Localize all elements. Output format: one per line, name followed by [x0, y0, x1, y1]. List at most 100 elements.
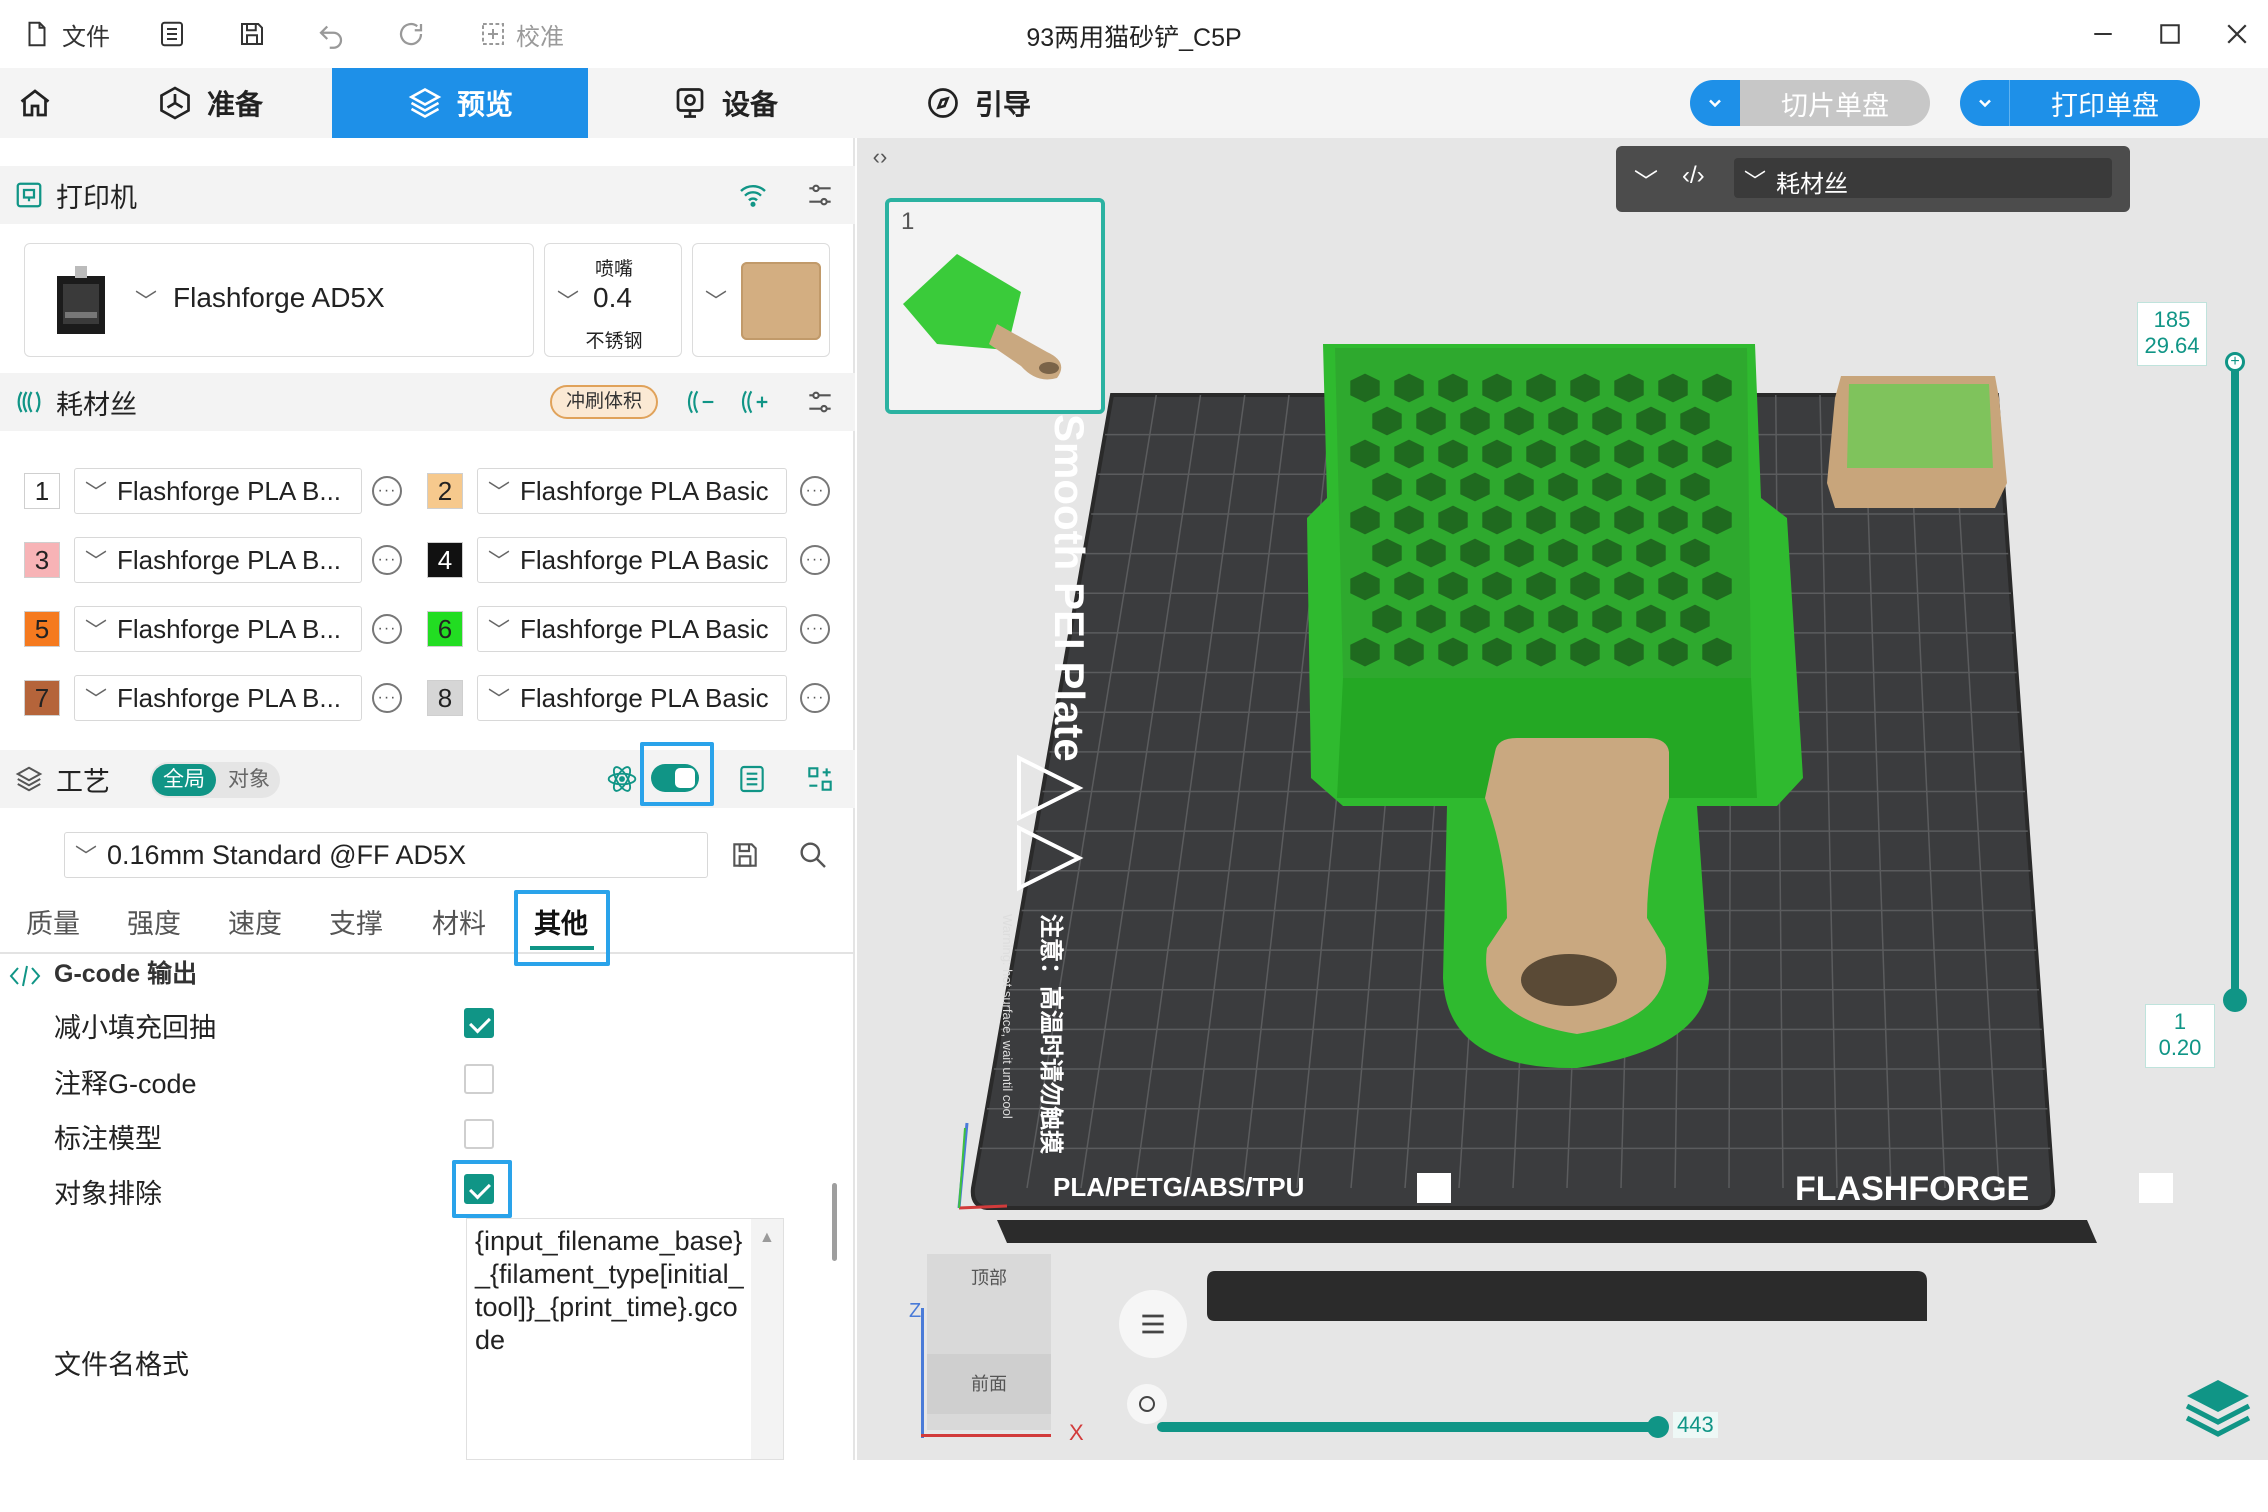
view-mode-select[interactable]: ﹀ 耗材丝: [1734, 158, 2112, 198]
close-button[interactable]: [2220, 14, 2254, 54]
remove-filament-icon[interactable]: [682, 384, 718, 420]
filament-more-icon[interactable]: ···: [372, 476, 402, 506]
move-slider-handle[interactable]: [1647, 1416, 1669, 1438]
option-checkbox[interactable]: [464, 1064, 494, 1094]
textarea-scrollbar[interactable]: ▲: [751, 1219, 783, 1459]
printer-select[interactable]: ﹀ Flashforge AD5X: [24, 243, 534, 357]
filename-format-input[interactable]: {input_filename_base}_{filament_type[ini…: [466, 1218, 784, 1460]
save-preset-icon[interactable]: [727, 837, 763, 873]
view-menu-button[interactable]: [1119, 1290, 1187, 1358]
tab-speed[interactable]: 速度: [228, 902, 282, 941]
undo-button[interactable]: [314, 14, 348, 54]
print-dropdown-button[interactable]: [1960, 80, 2010, 126]
filament-more-icon[interactable]: ···: [800, 683, 830, 713]
process-preset-select[interactable]: ﹀ 0.16mm Standard @FF AD5X: [64, 832, 708, 878]
filament-more-icon[interactable]: ···: [372, 683, 402, 713]
search-icon[interactable]: [795, 837, 831, 873]
filament-settings-icon[interactable]: [802, 384, 838, 420]
slice-dropdown-button[interactable]: [1690, 80, 1740, 126]
filament-slot-number[interactable]: 2: [427, 473, 463, 509]
code-icon[interactable]: ‹/›: [1682, 162, 1705, 190]
filament-name: Flashforge PLA Basic: [520, 682, 769, 713]
filament-select[interactable]: ﹀ Flashforge PLA B...: [74, 675, 362, 721]
flush-volume-button[interactable]: 冲刷体积: [550, 385, 659, 419]
title-bar: 文件 校准 93两用猫砂铲_C5P: [0, 0, 2268, 68]
gcode-group-title: G-code 输出: [54, 960, 198, 988]
tab-device-label: 设备: [721, 89, 778, 120]
play-button[interactable]: [1127, 1384, 1167, 1424]
compare-icon[interactable]: [802, 761, 838, 797]
toggle-global[interactable]: 全局: [152, 764, 216, 796]
menu-button[interactable]: [155, 14, 189, 54]
filament-select[interactable]: ﹀ Flashforge PLA B...: [74, 468, 362, 514]
option-checkbox[interactable]: [464, 1119, 494, 1149]
expand-panel-icon[interactable]: ‹›: [865, 144, 895, 174]
filament-more-icon[interactable]: ···: [800, 476, 830, 506]
filament-slot-number[interactable]: 5: [24, 611, 60, 647]
filament-slot-number[interactable]: 7: [24, 680, 60, 716]
option-checkbox[interactable]: [464, 1174, 494, 1204]
toggle-object[interactable]: 对象: [220, 764, 278, 796]
layers-legend-button[interactable]: [2183, 1376, 2253, 1440]
filament-select[interactable]: ﹀ Flashforge PLA Basic: [477, 606, 787, 652]
tab-support[interactable]: 支撑: [329, 902, 383, 941]
tab-guide[interactable]: 引导: [908, 68, 1048, 138]
plate-name-text: Smooth PEI Plate: [1046, 414, 1093, 762]
filament-select[interactable]: ﹀ Flashforge PLA Basic: [477, 468, 787, 514]
tab-quality[interactable]: 质量: [26, 902, 80, 941]
print-plate-button[interactable]: 打印单盘: [2010, 80, 2200, 126]
tab-others[interactable]: 其他: [534, 902, 588, 941]
filament-slot-number[interactable]: 4: [427, 542, 463, 578]
redo-button[interactable]: [394, 14, 428, 54]
filament-select[interactable]: ﹀ Flashforge PLA B...: [74, 606, 362, 652]
slice-plate-button[interactable]: 切片单盘: [1740, 80, 1930, 126]
panel-scrollbar[interactable]: [832, 1183, 837, 1261]
printer-settings-icon[interactable]: [802, 177, 838, 213]
layer-bottom-readout: 1 0.20: [2145, 1004, 2215, 1068]
tab-prepare[interactable]: 准备: [140, 68, 280, 138]
nozzle-select[interactable]: 喷嘴 ﹀ 0.4 不锈钢: [544, 243, 682, 357]
wifi-icon[interactable]: [735, 177, 771, 213]
tab-material[interactable]: 材料: [432, 902, 486, 941]
tab-strength[interactable]: 强度: [127, 902, 181, 941]
tab-device[interactable]: 设备: [650, 68, 800, 138]
filament-more-icon[interactable]: ···: [372, 545, 402, 575]
filament-select[interactable]: ﹀ Flashforge PLA B...: [74, 537, 362, 583]
3d-viewport[interactable]: Smooth PEI Plate PLA/PETG/ABS/TPU FLASHF…: [857, 138, 2268, 1460]
global-object-toggle[interactable]: 全局 对象: [150, 762, 280, 798]
filament-more-icon[interactable]: ···: [800, 545, 830, 575]
main-nav-bar: 准备 预览 设备 引导 切片单盘 打印单盘: [0, 68, 2268, 138]
view-cube-top[interactable]: 顶部: [927, 1264, 1051, 1290]
filament-select[interactable]: ﹀ Flashforge PLA Basic: [477, 675, 787, 721]
gcode-group-header: G-code 输出: [0, 956, 820, 992]
maximize-button[interactable]: [2153, 14, 2187, 54]
filament-slot-number[interactable]: 8: [427, 680, 463, 716]
home-button[interactable]: [0, 68, 70, 138]
collapse-icon[interactable]: ﹀: [1634, 162, 1658, 197]
layer-slider-bottom-handle[interactable]: [2223, 988, 2247, 1012]
layer-slider-track[interactable]: [2231, 360, 2239, 1000]
calibrate-menu[interactable]: 校准: [476, 14, 564, 54]
save-button[interactable]: [235, 14, 269, 54]
move-slider-track[interactable]: [1157, 1422, 1657, 1432]
filament-slot-number[interactable]: 6: [427, 611, 463, 647]
filament-more-icon[interactable]: ···: [800, 614, 830, 644]
filament-slot-number[interactable]: 3: [24, 542, 60, 578]
view-cube-front[interactable]: 前面: [927, 1354, 1051, 1414]
filament-select[interactable]: ﹀ Flashforge PLA Basic: [477, 537, 787, 583]
filament-more-icon[interactable]: ···: [372, 614, 402, 644]
view-cube[interactable]: 顶部 前面: [927, 1254, 1051, 1430]
plate-thumbnail-card[interactable]: 1: [885, 198, 1105, 414]
minimize-button[interactable]: [2086, 14, 2120, 54]
atom-icon[interactable]: [604, 761, 640, 797]
param-list-icon[interactable]: [734, 761, 770, 797]
tab-preview[interactable]: 预览: [332, 68, 588, 138]
tab-preview-label: 预览: [456, 89, 513, 120]
file-menu[interactable]: 文件: [20, 14, 110, 54]
add-filament-icon[interactable]: [736, 384, 772, 420]
layer-slider-top-handle[interactable]: +: [2225, 352, 2245, 372]
bed-plate-select[interactable]: ﹀: [692, 243, 830, 357]
advanced-toggle[interactable]: [651, 760, 699, 796]
option-checkbox[interactable]: [464, 1008, 494, 1038]
filament-slot-number[interactable]: 1: [24, 473, 60, 509]
